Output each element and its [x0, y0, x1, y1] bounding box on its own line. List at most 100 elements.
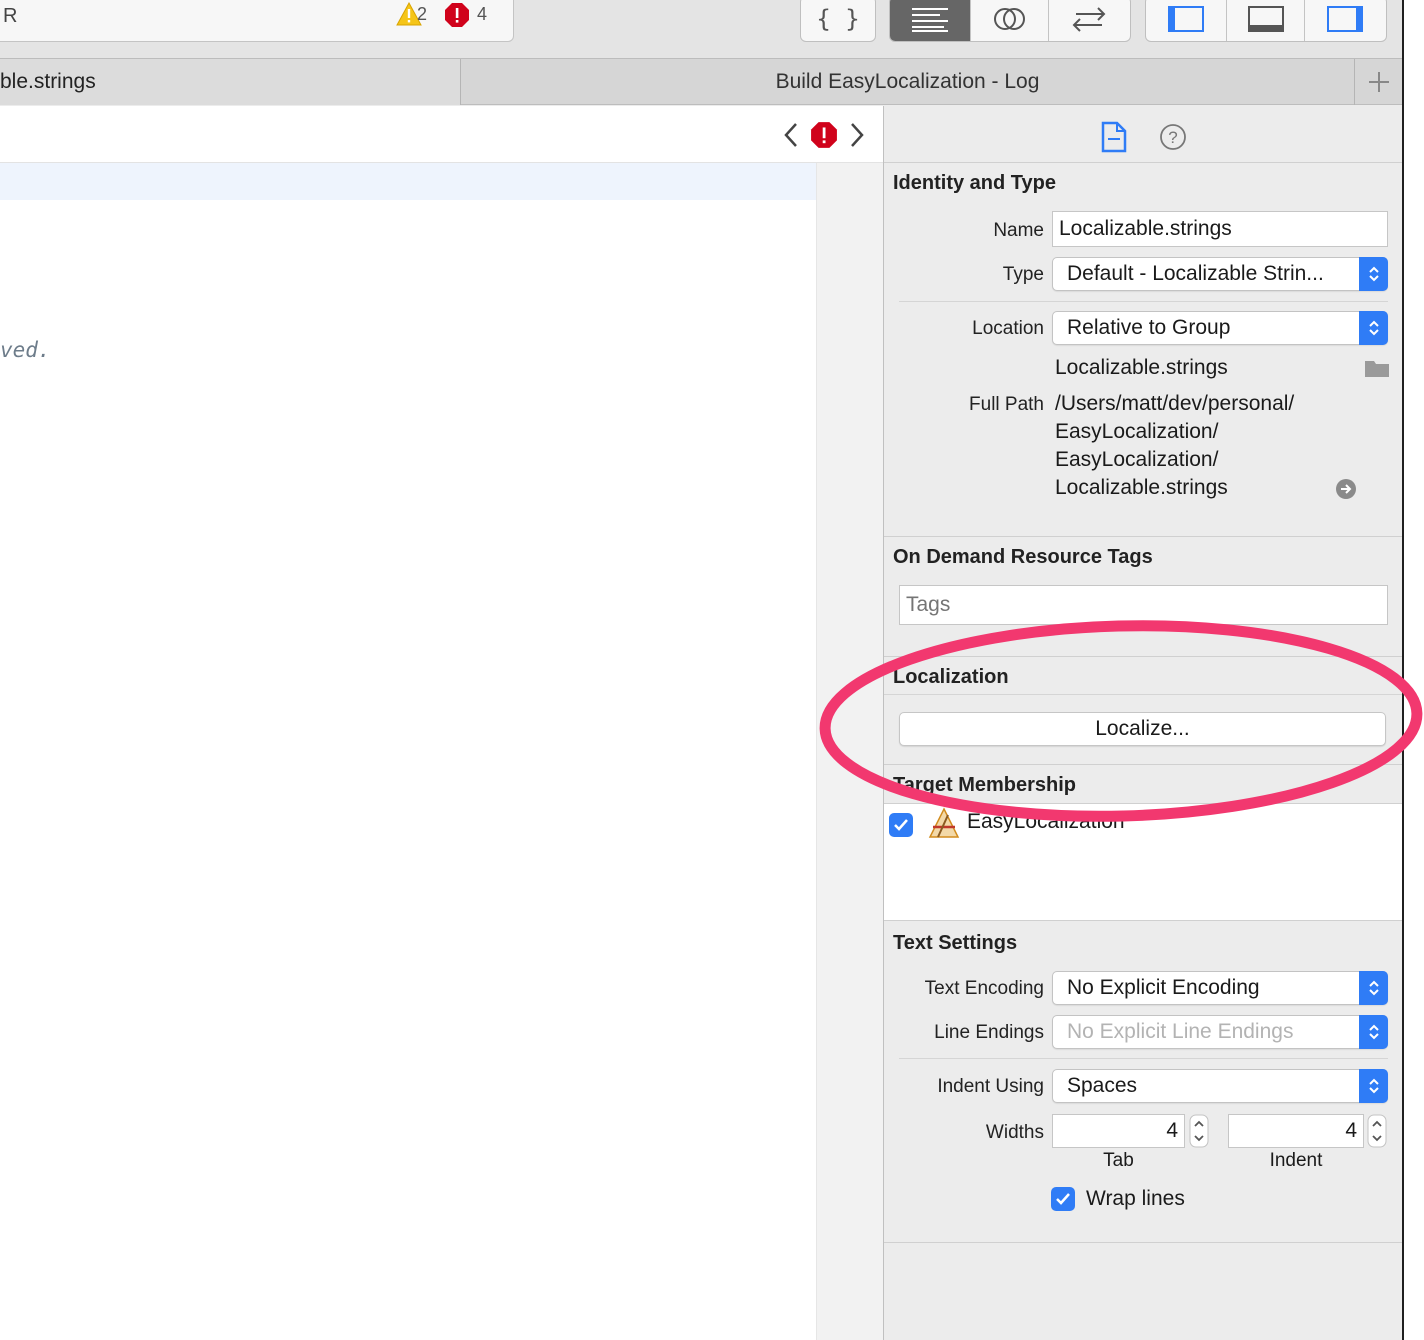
editor-gutter	[816, 163, 883, 1340]
wrap-lines-checkbox[interactable]	[1051, 1187, 1075, 1211]
location-value: Relative to Group	[1067, 316, 1231, 339]
header-separator	[884, 162, 1403, 163]
indent-width-stepper[interactable]	[1367, 1114, 1387, 1148]
section-separator	[884, 1242, 1403, 1243]
standard-editor-button[interactable]	[890, 0, 972, 41]
assistant-editor-button[interactable]	[971, 0, 1049, 41]
tab-width-field[interactable]: 4	[1052, 1114, 1185, 1148]
full-path-line: Localizable.strings	[1055, 476, 1228, 499]
app-target-icon	[928, 807, 960, 838]
indent-width-value: 4	[1345, 1119, 1357, 1142]
right-panel-icon	[1327, 6, 1364, 32]
activity-text: R	[3, 5, 18, 27]
tab-localizable-strings[interactable]: ble.strings	[0, 59, 461, 105]
localize-button[interactable]: Localize...	[899, 712, 1386, 746]
error-icon[interactable]	[444, 2, 470, 28]
jump-bar	[0, 106, 883, 163]
activity-view[interactable]: R 2 4	[0, 0, 514, 42]
text-encoding-popup[interactable]: No Explicit Encoding	[1052, 971, 1388, 1005]
full-path-line: /Users/matt/dev/personal/	[1055, 392, 1295, 415]
tab-build-log[interactable]: Build EasyLocalization - Log	[461, 70, 1354, 94]
panel-toggle-segmented[interactable]	[1145, 0, 1387, 42]
line-endings-popup[interactable]: No Explicit Line Endings	[1052, 1015, 1388, 1049]
tags-input[interactable]	[899, 585, 1388, 625]
tab-caption: Tab	[1103, 1150, 1134, 1171]
quick-help-icon[interactable]: ?	[1159, 123, 1187, 151]
indent-width-field[interactable]: 4	[1228, 1114, 1364, 1148]
file-inspector: ? Identity and Type Name Localizable.str…	[883, 106, 1403, 1340]
source-editor[interactable]: ved.	[0, 106, 883, 1340]
window-edge	[1402, 0, 1424, 1340]
line-endings-value: No Explicit Line Endings	[1067, 1020, 1294, 1043]
full-path-line: EasyLocalization/	[1055, 420, 1219, 443]
code-comment-text: ved.	[0, 338, 51, 362]
issue-error-icon[interactable]	[810, 121, 838, 149]
bottom-panel-icon	[1247, 6, 1284, 32]
tab-label: ble.strings	[0, 70, 96, 93]
debug-area-toggle-button[interactable]	[1227, 0, 1305, 41]
type-value: Default - Localizable Strin...	[1067, 262, 1324, 285]
text-encoding-value: No Explicit Encoding	[1067, 976, 1260, 999]
add-tab-button[interactable]	[1354, 59, 1402, 105]
indent-using-value: Spaces	[1067, 1074, 1138, 1097]
indent-using-popup[interactable]: Spaces	[1052, 1069, 1388, 1103]
indent-using-label: Indent Using	[937, 1076, 1044, 1097]
membership-section-title: Target Membership	[893, 774, 1076, 796]
popup-arrows-icon	[1359, 311, 1388, 345]
reveal-arrow-icon[interactable]	[1335, 478, 1357, 500]
window-toolbar: R 2 4 { }	[0, 0, 1424, 58]
location-popup[interactable]: Relative to Group	[1052, 311, 1388, 345]
svg-text:?: ?	[1168, 128, 1177, 147]
popup-arrows-icon	[1359, 257, 1388, 291]
braces-icon: { }	[816, 5, 860, 33]
target-name: EasyLocalization	[967, 810, 1125, 833]
text-settings-divider	[899, 1058, 1388, 1059]
identity-section-title: Identity and Type	[893, 172, 1056, 194]
membership-list: EasyLocalization	[884, 803, 1403, 921]
tab-width-value: 4	[1166, 1119, 1178, 1142]
tab-bar: ble.strings Build EasyLocalization - Log	[0, 58, 1402, 105]
section-separator	[884, 764, 1403, 765]
section-separator	[884, 536, 1403, 537]
folder-icon[interactable]	[1364, 358, 1390, 378]
indent-caption: Indent	[1269, 1150, 1323, 1171]
localize-button-label: Localize...	[1095, 717, 1190, 740]
chevron-left-icon[interactable]	[780, 120, 802, 150]
current-line-highlight	[0, 163, 816, 200]
editor-mode-segmented[interactable]	[889, 0, 1131, 42]
name-label: Name	[993, 220, 1044, 241]
text-encoding-label: Text Encoding	[924, 978, 1044, 999]
error-count: 4	[477, 4, 488, 24]
file-inspector-icon[interactable]	[1101, 121, 1127, 153]
tab-width-stepper[interactable]	[1189, 1114, 1209, 1148]
chevron-right-icon[interactable]	[846, 120, 868, 150]
localization-divider	[884, 694, 1403, 695]
full-path-label: Full Path	[969, 394, 1044, 415]
line-endings-label: Line Endings	[934, 1022, 1044, 1043]
lines-icon	[912, 8, 949, 32]
library-button[interactable]: { }	[800, 0, 876, 42]
odr-section-title: On Demand Resource Tags	[893, 546, 1153, 568]
popup-arrows-icon	[1359, 1069, 1388, 1103]
navigator-toggle-button[interactable]	[1146, 0, 1228, 41]
utilities-toggle-button[interactable]	[1305, 0, 1386, 41]
section-separator	[884, 656, 1403, 657]
target-checkbox[interactable]	[889, 813, 913, 837]
location-label: Location	[972, 318, 1044, 339]
checkmark-icon	[1056, 1193, 1070, 1205]
left-panel-icon	[1168, 6, 1205, 32]
wrap-lines-label: Wrap lines	[1086, 1187, 1185, 1210]
version-editor-button[interactable]	[1049, 0, 1130, 41]
identity-divider	[899, 301, 1388, 302]
name-field[interactable]: Localizable.strings	[1052, 211, 1388, 247]
popup-arrows-icon	[1359, 971, 1388, 1005]
name-value: Localizable.strings	[1059, 217, 1232, 240]
full-path-line: EasyLocalization/	[1055, 448, 1219, 471]
plus-icon	[1368, 72, 1389, 92]
checkmark-icon	[894, 819, 908, 831]
text-settings-section-title: Text Settings	[893, 932, 1018, 954]
popup-arrows-icon	[1359, 1015, 1388, 1049]
type-label: Type	[1002, 264, 1044, 285]
warning-count: 2	[417, 4, 428, 24]
type-popup[interactable]: Default - Localizable Strin...	[1052, 257, 1388, 291]
